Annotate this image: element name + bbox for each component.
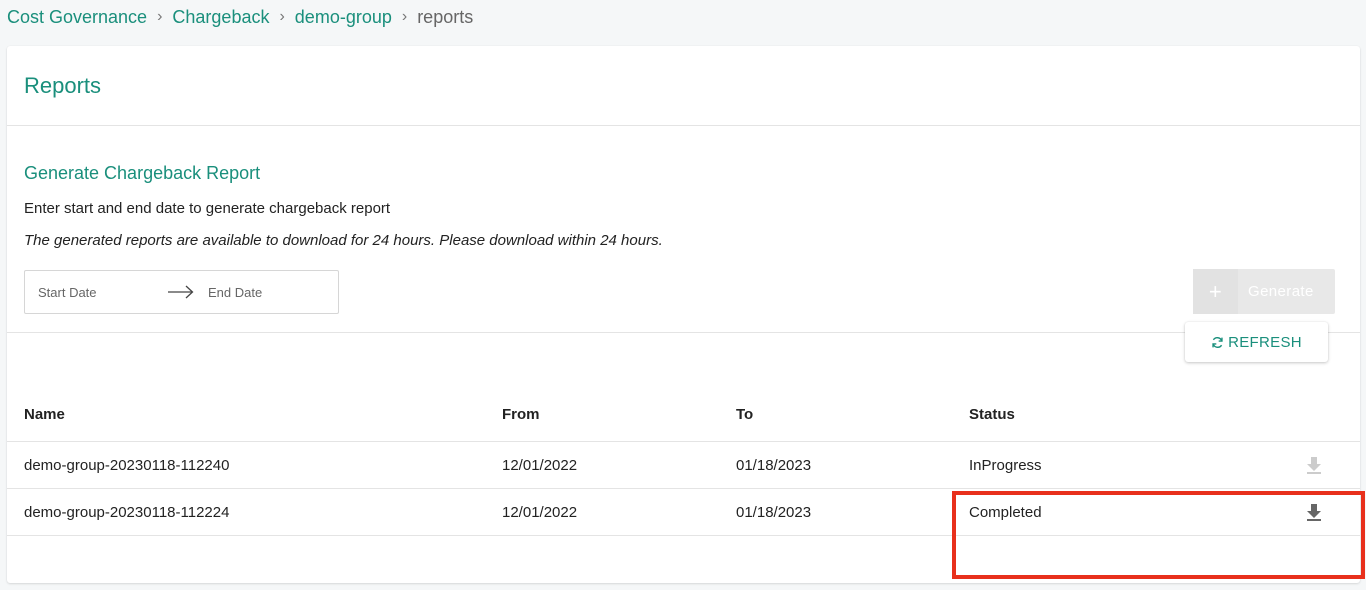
report-status: Completed <box>969 503 1042 521</box>
generate-description: Enter start and end date to generate cha… <box>24 200 391 217</box>
generate-button[interactable]: + Generate <box>1193 269 1335 314</box>
table-row: demo-group-20230118-112224 12/01/2022 01… <box>7 489 1360 536</box>
card-header: Reports <box>7 46 1360 126</box>
report-from-date: 12/01/2022 <box>502 503 578 521</box>
breadcrumb-separator: › <box>279 8 285 25</box>
refresh-button-label: REFRESH <box>1228 333 1302 351</box>
breadcrumb: Cost Governance › Chargeback › demo-grou… <box>7 6 473 28</box>
plus-icon: + <box>1193 269 1238 314</box>
column-header-to: To <box>736 406 754 423</box>
report-to-date: 01/18/2023 <box>736 503 812 521</box>
report-to-date: 01/18/2023 <box>736 456 812 474</box>
page-title: Reports <box>24 72 102 98</box>
refresh-button[interactable]: REFRESH <box>1185 322 1328 362</box>
refresh-icon <box>1212 336 1223 348</box>
breadcrumb-separator: › <box>401 8 408 25</box>
generate-note: The generated reports are available to d… <box>24 232 663 249</box>
report-name: demo-group-20230118-112240 <box>24 456 230 474</box>
report-name: demo-group-20230118-112224 <box>24 503 230 521</box>
generate-button-label: Generate <box>1248 283 1314 300</box>
report-from-date: 12/01/2022 <box>502 456 578 474</box>
column-header-name: Name <box>24 406 65 423</box>
start-date-input[interactable]: Start Date <box>38 285 168 300</box>
report-status: InProgress <box>969 456 1042 474</box>
column-header-status: Status <box>969 406 1015 423</box>
column-header-from: From <box>502 406 540 423</box>
breadcrumb-separator: › <box>157 8 163 25</box>
arrow-right-icon <box>168 285 194 299</box>
breadcrumb-demo-group[interactable]: demo-group <box>295 7 392 28</box>
breadcrumb-chargeback[interactable]: Chargeback <box>172 7 269 28</box>
generate-section-title: Generate Chargeback Report <box>24 163 261 183</box>
download-icon[interactable] <box>1304 502 1324 522</box>
table-header: Name From To Status <box>7 388 1360 442</box>
breadcrumb-current: reports <box>417 6 474 27</box>
download-icon[interactable] <box>1304 455 1324 475</box>
date-range-picker[interactable]: Start Date End Date <box>24 270 339 314</box>
reports-table: Name From To Status demo-group-20230118-… <box>7 388 1360 536</box>
breadcrumb-cost-governance[interactable]: Cost Governance <box>7 7 147 28</box>
end-date-input[interactable]: End Date <box>208 285 262 300</box>
table-row: demo-group-20230118-112240 12/01/2022 01… <box>7 442 1360 489</box>
generate-report-section: Generate Chargeback Report Enter start a… <box>7 126 1360 333</box>
